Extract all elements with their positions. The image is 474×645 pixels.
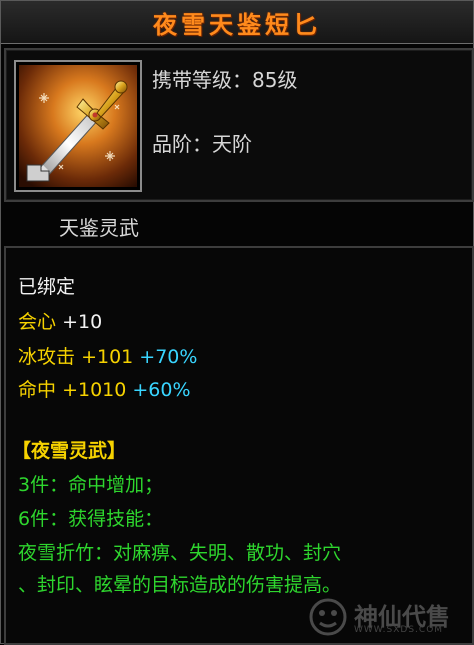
- attribute-crit: 会心 +10: [18, 307, 102, 334]
- carry-level: 携带等级：85级: [152, 68, 298, 92]
- attribute-label: 命中: [18, 379, 57, 401]
- attribute-accuracy: 命中 +1010 +60%: [18, 375, 191, 402]
- item-grade: 品阶：天阶: [152, 132, 252, 156]
- title-bar: 夜雪天鉴短匕: [1, 1, 473, 44]
- attribute-label: 会心: [18, 311, 57, 333]
- attribute-value: +101: [81, 346, 134, 368]
- attribute-value: +10: [62, 311, 103, 333]
- attribute-value: +1010: [62, 379, 127, 401]
- watermark-url: WWW.SXDS.COM: [354, 625, 444, 635]
- set-skill-description: 夜雪折竹：对麻痹、失明、散功、封穴: [18, 542, 342, 564]
- watermark-logo-icon: [309, 598, 347, 636]
- set-name: 【夜雪灵武】: [12, 440, 127, 462]
- golden-dagger-icon: [19, 65, 137, 187]
- watermark: 神仙代售 WWW.SXDS.COM: [308, 597, 466, 637]
- item-name: 夜雪天鉴短匕: [153, 10, 321, 39]
- item-info-panel: 携带等级：85级 品阶：天阶: [4, 48, 474, 202]
- bound-status: 已绑定: [18, 276, 76, 298]
- attribute-label: 冰攻击: [18, 346, 76, 368]
- attributes-panel: 已绑定 会心 +10 冰攻击 +101 +70% 命中 +1010 +60% 【…: [4, 246, 474, 645]
- item-tooltip: 夜雪天鉴短匕 携带等级：85级 品阶：天阶 天鉴灵武 已绑定 会心 +10 冰攻…: [0, 0, 474, 645]
- item-icon-frame: [14, 60, 142, 192]
- item-category: 天鉴灵武: [59, 216, 139, 240]
- attribute-bonus: +60%: [132, 379, 191, 401]
- attribute-ice-attack: 冰攻击 +101 +70%: [18, 342, 197, 369]
- set-bonus-3: 3件：命中增加；: [18, 474, 164, 496]
- set-skill-description-cont: 、封印、眩晕的目标造成的伤害提高。: [18, 574, 342, 596]
- set-bonus-6: 6件：获得技能：: [18, 508, 164, 530]
- attribute-bonus: +70%: [139, 346, 198, 368]
